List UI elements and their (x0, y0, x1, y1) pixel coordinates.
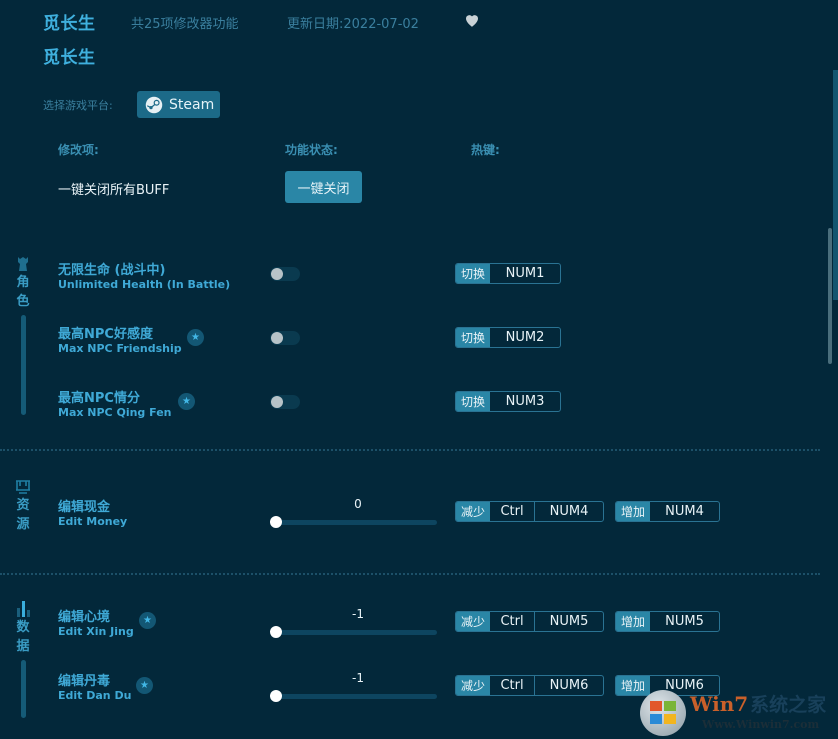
resources-icon (16, 480, 30, 494)
hotkey-action: 减少 (456, 502, 491, 521)
hotkey-key: NUM6 (534, 676, 603, 695)
hotkey-toggle-num3[interactable]: 切换 NUM3 (455, 391, 561, 412)
item-name-cn: 无限生命 (战斗中) (58, 263, 166, 278)
toggle-knob (271, 332, 283, 344)
slider-thumb[interactable] (270, 690, 282, 702)
star-icon: ★ (136, 677, 153, 694)
hotkey-key: NUM4 (534, 502, 603, 521)
watermark-url: Www.Winwin7.com (702, 718, 820, 731)
steam-label: Steam (169, 96, 215, 113)
windows-logo-icon (640, 690, 686, 736)
toggle-knob (271, 396, 283, 408)
category-resources: 资 源 (12, 478, 34, 534)
hotkey-action: 减少 (456, 612, 491, 631)
category-char: 资 (16, 498, 30, 513)
section-divider (0, 573, 820, 575)
category-char: 色 (16, 294, 30, 309)
item-name-en: Edit Dan Du (58, 689, 132, 702)
max-npc-qingfen-toggle[interactable] (270, 395, 300, 409)
platform-label: 选择游戏平台: (43, 99, 113, 112)
hotkey-key: NUM2 (505, 330, 545, 345)
hotkey-increase-num4[interactable]: 增加 NUM4 (615, 501, 720, 522)
item-name-en: Edit Money (58, 515, 128, 528)
item-name-cn: 编辑心境 (58, 610, 111, 625)
close-all-button[interactable]: 一键关闭 (285, 171, 362, 203)
hotkey-key: Ctrl (500, 504, 524, 519)
star-icon: ★ (178, 393, 195, 410)
hotkey-key: NUM5 (665, 614, 704, 629)
edit-money-slider[interactable] (270, 516, 437, 528)
item-name-en: Max NPC Friendship (58, 342, 182, 355)
hotkey-action: 切换 (456, 264, 491, 283)
scrollbar-track[interactable] (833, 70, 838, 300)
edit-xin-jing-slider[interactable] (270, 626, 437, 638)
hotkey-action: 切换 (456, 392, 491, 411)
watermark: Win7 系统之家 Www.Winwin7.com (640, 690, 838, 739)
slider-thumb[interactable] (270, 626, 282, 638)
category-char: 据 (16, 639, 30, 654)
hotkey-decrease-num5[interactable]: 减少 Ctrl NUM5 (455, 611, 604, 632)
category-character: 角 色 (12, 255, 34, 415)
max-npc-friendship-toggle[interactable] (270, 331, 300, 345)
item-name-cn: 最高NPC好感度 (58, 327, 153, 342)
category-bar (20, 315, 26, 415)
hotkey-action: 减少 (456, 676, 491, 695)
hotkey-key: Ctrl (500, 614, 524, 629)
close-all-buff-label: 一键关闭所有BUFF (58, 183, 170, 198)
update-date: 更新日期:2022-07-02 (287, 17, 419, 32)
item-name-en: Unlimited Health (In Battle) (58, 278, 231, 291)
column-header-item: 修改项: (58, 143, 99, 157)
category-char: 数 (16, 620, 30, 635)
toggle-knob (271, 268, 283, 280)
feature-count: 共25项修改器功能 (131, 17, 239, 32)
steam-icon (145, 96, 163, 113)
data-icon (17, 601, 30, 617)
hotkey-key: NUM4 (665, 504, 704, 519)
slider-thumb[interactable] (270, 516, 282, 528)
hotkey-toggle-num2[interactable]: 切换 NUM2 (455, 327, 561, 348)
hotkey-decrease-num4[interactable]: 减少 Ctrl NUM4 (455, 501, 604, 522)
hotkey-key: NUM3 (505, 394, 545, 409)
hotkey-toggle-num1[interactable]: 切换 NUM1 (455, 263, 561, 284)
hotkey-key: NUM1 (505, 266, 545, 281)
hotkey-decrease-num6[interactable]: 减少 Ctrl NUM6 (455, 675, 604, 696)
scrollbar-thumb[interactable] (828, 228, 832, 364)
item-name-en: Edit Xin Jing (58, 625, 134, 638)
star-icon: ★ (139, 612, 156, 629)
hotkey-key: NUM5 (534, 612, 603, 631)
hotkey-action: 增加 (616, 502, 651, 521)
hotkey-key: Ctrl (500, 678, 524, 693)
steam-platform-button[interactable]: Steam (137, 91, 220, 118)
category-char: 源 (16, 517, 30, 532)
item-name-cn: 最高NPC情分 (58, 391, 140, 406)
item-name-en: Max NPC Qing Fen (58, 406, 172, 419)
game-subtitle: 觅长生 (43, 48, 96, 68)
slider-value: -1 (352, 607, 364, 621)
watermark-brand: Win7 系统之家 (690, 690, 826, 717)
heart-icon[interactable] (463, 11, 481, 29)
watermark-brand-en: Win7 (690, 692, 749, 716)
character-icon (18, 257, 28, 271)
column-header-status: 功能状态: (285, 143, 338, 157)
slider-value: 0 (354, 497, 362, 511)
category-char: 角 (16, 275, 30, 290)
column-header-hotkey: 热键: (471, 143, 500, 157)
star-icon: ★ (187, 329, 204, 346)
watermark-brand-cn: 系统之家 (750, 694, 827, 716)
category-data: 数 据 (12, 600, 34, 718)
item-name-cn: 编辑现金 (58, 500, 111, 515)
edit-dan-du-slider[interactable] (270, 690, 437, 702)
hotkey-action: 切换 (456, 328, 491, 347)
hotkey-action: 增加 (616, 612, 651, 631)
game-title: 觅长生 (43, 14, 96, 34)
slider-value: -1 (352, 671, 364, 685)
category-bar (20, 660, 26, 718)
hotkey-increase-num5[interactable]: 增加 NUM5 (615, 611, 720, 632)
item-name-cn: 编辑丹毒 (58, 674, 111, 689)
unlimited-health-toggle[interactable] (270, 267, 300, 281)
section-divider (0, 449, 820, 451)
